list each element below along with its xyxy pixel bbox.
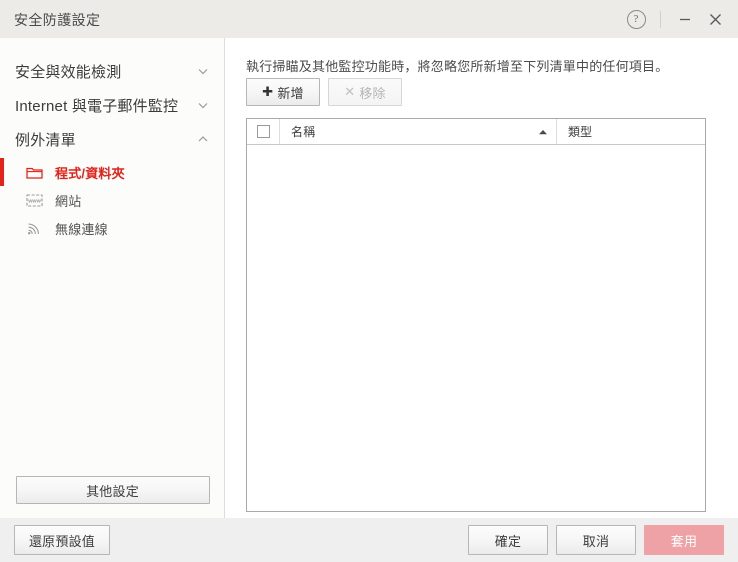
restore-defaults-button[interactable]: 還原預設值	[14, 525, 110, 555]
sidebar-group-header-internet-email[interactable]: Internet 與電子郵件監控	[0, 88, 224, 122]
select-all-checkbox[interactable]	[256, 125, 270, 138]
cancel-button[interactable]: 取消	[556, 525, 636, 555]
www-icon: www	[26, 191, 46, 209]
plus-icon: ✚	[262, 84, 274, 100]
help-icon: ?	[626, 9, 646, 29]
remove-button-label: 移除	[359, 85, 386, 101]
add-button[interactable]: ✚ 新增	[246, 78, 320, 106]
table-header-name-label: 名稱	[291, 125, 316, 139]
sidebar: 安全與效能檢測 Internet 與電子郵件監控 例外清單 程式/資料夾 www…	[0, 38, 225, 518]
wifi-icon	[26, 219, 46, 237]
controls-separator	[660, 10, 661, 28]
table-header-select-all[interactable]	[247, 119, 280, 144]
sidebar-group-exception-list: 例外清單 程式/資料夾 www 網站 無線連線	[0, 122, 224, 242]
chevron-down-icon	[196, 98, 210, 112]
sidebar-group-items: 程式/資料夾 www 網站 無線連線	[0, 156, 224, 242]
table-body[interactable]	[247, 145, 705, 510]
sidebar-group-label: 例外清單	[15, 131, 76, 149]
sidebar-item-label: 程式/資料夾	[55, 165, 125, 181]
sort-ascending-icon	[538, 127, 548, 137]
sidebar-group-security-performance: 安全與效能檢測	[0, 54, 224, 88]
footer-right-group: 確定 取消 套用	[468, 525, 724, 555]
minimize-button[interactable]	[670, 4, 700, 34]
help-button[interactable]: ?	[623, 6, 649, 32]
folder-icon	[26, 163, 46, 181]
footer-left-group: 還原預設值	[14, 525, 110, 555]
sidebar-group-header-security-performance[interactable]: 安全與效能檢測	[0, 54, 224, 88]
dialog-footer: 還原預設值 確定 取消 套用	[0, 518, 738, 562]
close-button[interactable]	[700, 4, 730, 34]
table-header-name[interactable]: 名稱	[280, 119, 557, 144]
main-panel: 執行掃瞄及其他監控功能時，將忽略您所新增至下列清單中的任何項目。 ✚ 新增 ✕ …	[226, 38, 738, 518]
svg-text:www: www	[27, 198, 41, 204]
sidebar-group-label: Internet 與電子郵件監控	[15, 97, 179, 115]
sidebar-group-header-exception-list[interactable]: 例外清單	[0, 122, 224, 156]
window-controls: ?	[623, 0, 730, 38]
other-settings-button[interactable]: 其他設定	[15, 476, 210, 504]
sidebar-group-label: 安全與效能檢測	[15, 63, 122, 81]
apply-button[interactable]: 套用	[644, 525, 724, 555]
sidebar-item-label: 無線連線	[55, 221, 108, 237]
close-icon: ✕	[344, 84, 356, 100]
close-icon	[708, 12, 723, 27]
title-bar: 安全防護設定 ?	[0, 0, 738, 38]
sidebar-item-websites[interactable]: www 網站	[0, 186, 224, 214]
settings-window: 安全防護設定 ? 安全與效能檢測 Internet 與電子郵件監控 例外清單 程…	[0, 0, 738, 562]
table-header-type[interactable]: 類型	[557, 119, 705, 144]
table-header-row: 名稱 類型	[247, 119, 705, 145]
list-toolbar: ✚ 新增 ✕ 移除	[246, 78, 402, 106]
chevron-down-icon	[196, 64, 210, 78]
exception-list-description: 執行掃瞄及其他監控功能時，將忽略您所新增至下列清單中的任何項目。	[246, 59, 669, 74]
window-title: 安全防護設定	[14, 12, 101, 28]
sidebar-item-wireless[interactable]: 無線連線	[0, 214, 224, 242]
exception-table: 名稱 類型	[246, 118, 706, 512]
table-header-type-label: 類型	[568, 125, 593, 139]
sidebar-footer: 其他設定	[0, 476, 225, 504]
sidebar-item-label: 網站	[55, 193, 82, 209]
remove-button[interactable]: ✕ 移除	[328, 78, 402, 106]
add-button-label: 新增	[277, 85, 304, 101]
sidebar-group-internet-email: Internet 與電子郵件監控	[0, 88, 224, 122]
chevron-up-icon	[196, 132, 210, 146]
minimize-icon	[678, 12, 692, 26]
ok-button[interactable]: 確定	[468, 525, 548, 555]
sidebar-item-programs-folders[interactable]: 程式/資料夾	[0, 158, 224, 186]
